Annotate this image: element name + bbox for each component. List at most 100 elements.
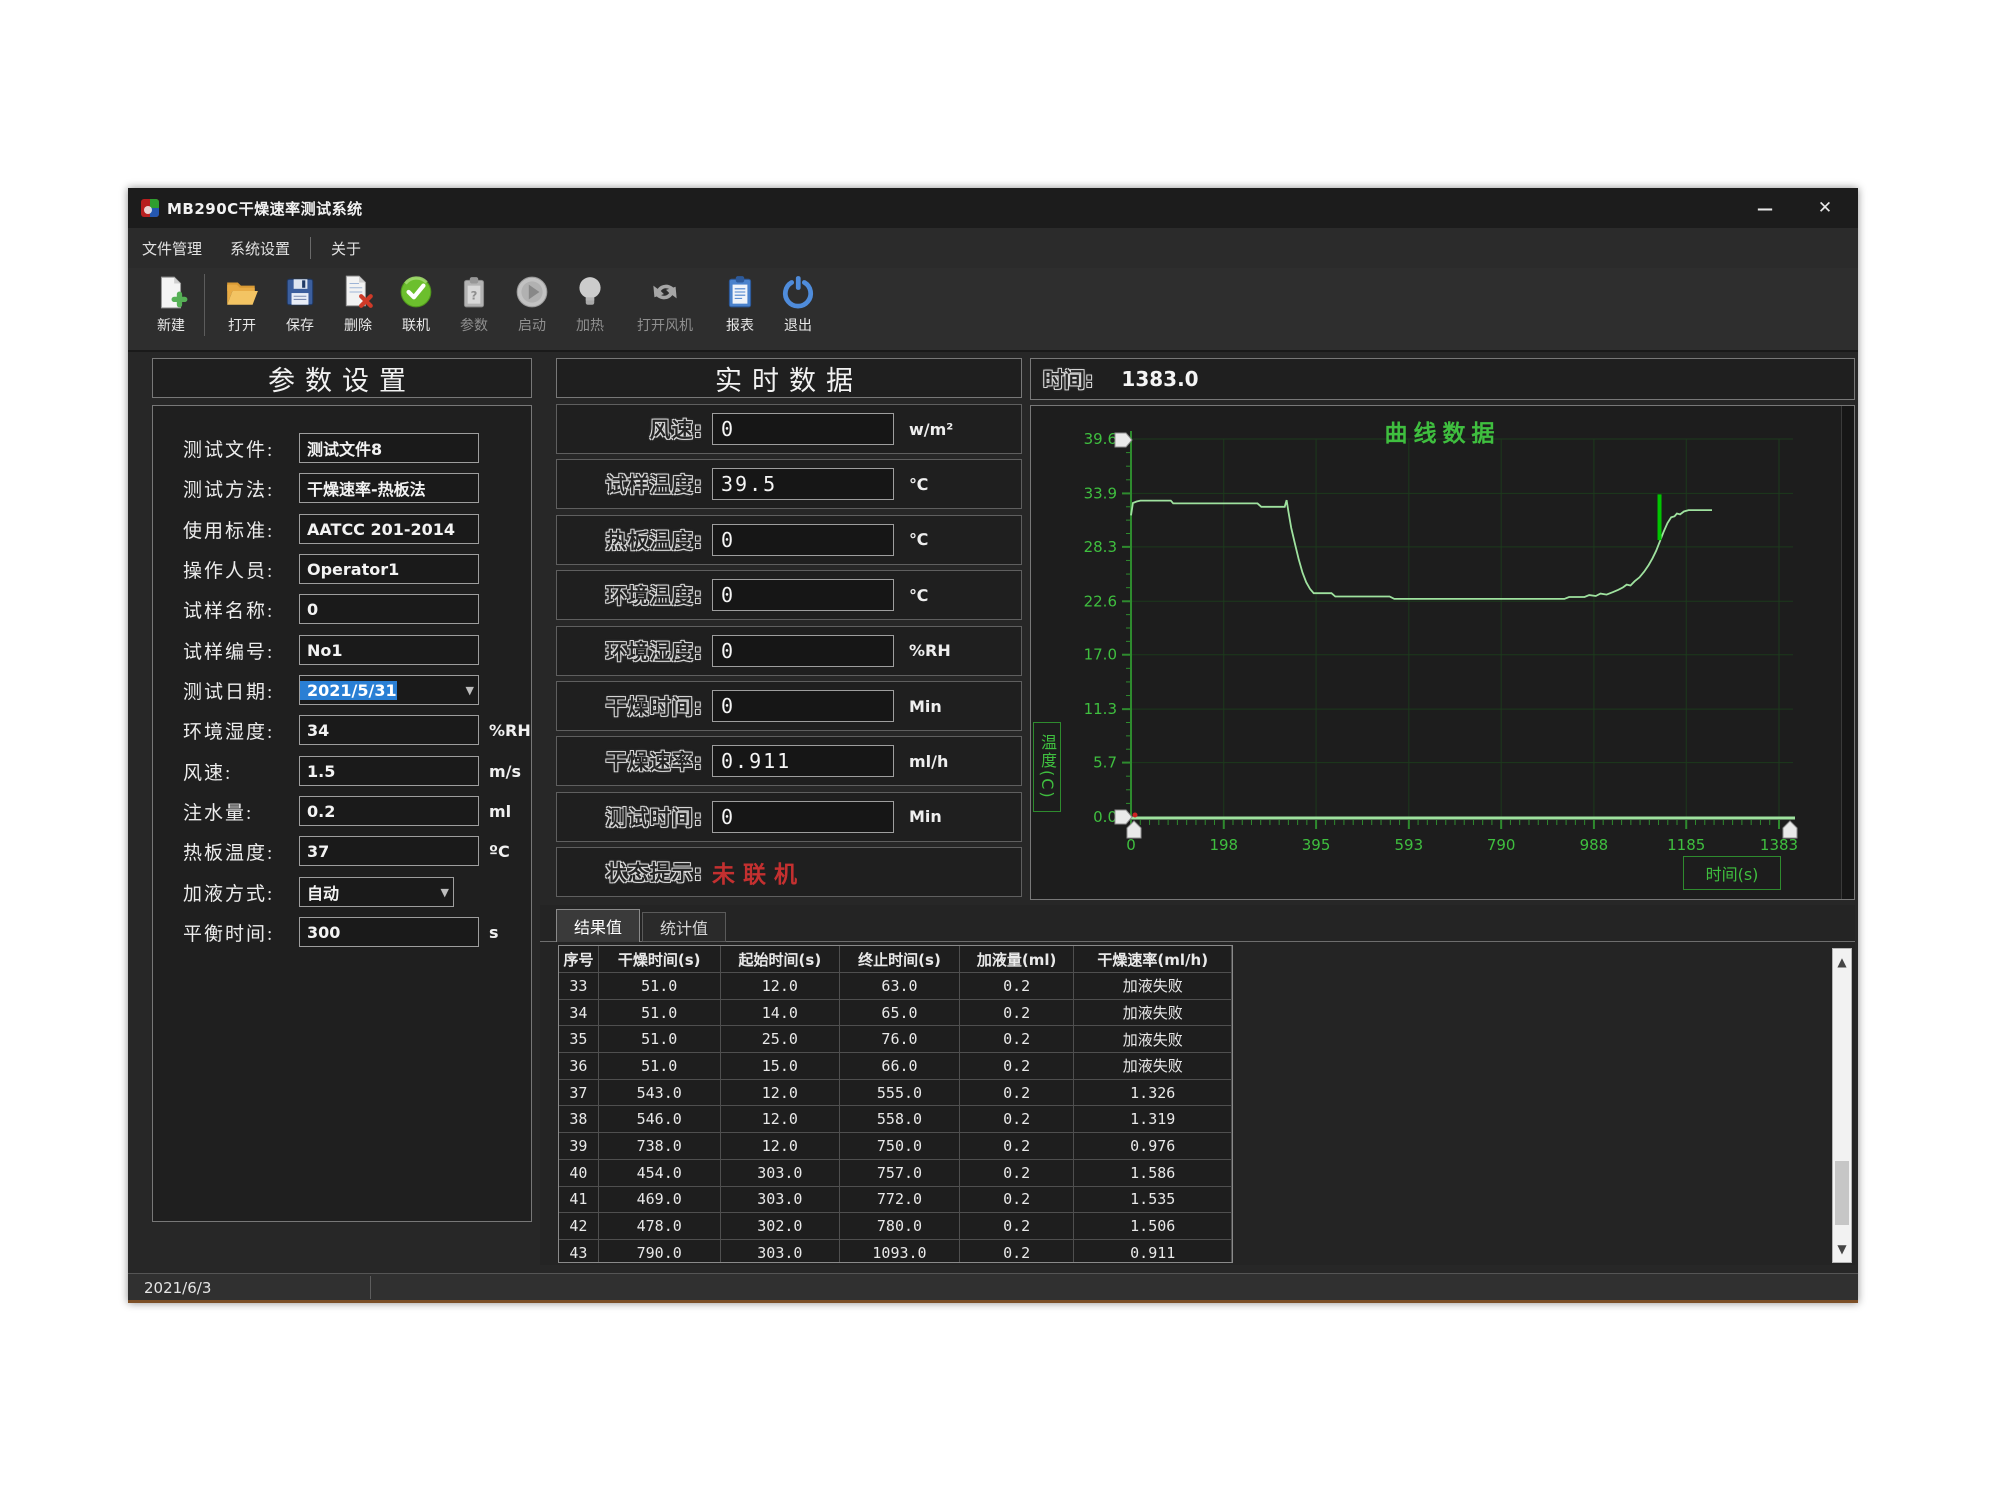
table-cell: 0.2 [960, 1240, 1075, 1263]
table-cell: 38 [559, 1106, 599, 1133]
param-field-input[interactable]: 干燥速率-热板法 ▼ [299, 473, 479, 503]
param-field-input[interactable]: 34 ▼ [299, 715, 479, 745]
table-cell: 51.0 [599, 1026, 721, 1053]
toolbar-button-5[interactable]: 联机 [387, 268, 445, 348]
table-row[interactable]: 39738.012.0750.00.20.976 [559, 1133, 1232, 1160]
param-field-input[interactable]: Operator1 ▼ [299, 554, 479, 584]
table-cell: 1.319 [1074, 1106, 1232, 1133]
param-field-value: 0 [300, 600, 318, 619]
table-row[interactable]: 37543.012.0555.00.21.326 [559, 1080, 1232, 1107]
param-field-row: 试样编号: No1 ▼ [153, 635, 531, 665]
table-cell: 303.0 [721, 1187, 841, 1214]
table-row[interactable]: 40454.0303.0757.00.21.586 [559, 1160, 1232, 1187]
param-field-row: 环境湿度: 34 ▼ %RH [153, 715, 531, 745]
param-field-row: 风速: 1.5 ▼ m/s [153, 756, 531, 786]
toolbar-button-1[interactable]: 新建 [142, 268, 200, 348]
menu-item-settings[interactable]: 系统设置 [216, 228, 304, 268]
x-tick-label: 0 [1126, 836, 1136, 854]
realtime-unit: w/m² [909, 405, 953, 453]
param-field-value: 1.5 [300, 762, 335, 781]
param-field-input[interactable]: 2021/5/31 ▼ [299, 675, 479, 705]
table-row[interactable]: 3551.025.076.00.2加液失败 [559, 1026, 1232, 1053]
table-scrollbar[interactable]: ▲ ▼ [1832, 948, 1852, 1263]
scroll-up-icon[interactable]: ▲ [1833, 949, 1851, 975]
toolbar-button-label: 启动 [518, 315, 546, 335]
results-table[interactable]: 序号干燥时间(s)起始时间(s)终止时间(s)加液量(ml)干燥速率(ml/h)… [558, 945, 1233, 1263]
start-play-icon [514, 274, 550, 310]
table-row[interactable]: 3351.012.063.00.2加液失败 [559, 973, 1232, 1000]
realtime-value: 0 [713, 805, 735, 829]
table-cell: 51.0 [599, 1053, 721, 1080]
param-field-value: Operator1 [300, 560, 399, 579]
toolbar-button-label: 加热 [576, 315, 604, 335]
chevron-down-icon[interactable]: ▼ [441, 878, 449, 906]
open-folder-icon [224, 274, 260, 310]
toolbar-button-7[interactable]: 启动 [503, 268, 561, 348]
table-cell: 1.326 [1074, 1080, 1232, 1107]
realtime-label: 干燥速率: [606, 737, 703, 785]
table-row[interactable]: 41469.0303.0772.00.21.535 [559, 1187, 1232, 1214]
table-row[interactable]: 38546.012.0558.00.21.319 [559, 1106, 1232, 1133]
chart-side-scrollbar[interactable] [1841, 406, 1854, 899]
param-field-label: 测试方法: [183, 473, 274, 503]
table-cell: 42 [559, 1213, 599, 1240]
curve-chart[interactable]: 39.633.928.322.617.011.35.70.00198395593… [1031, 406, 1856, 901]
param-field-input[interactable]: 0.2 ▼ [299, 796, 479, 826]
toolbar-button-2[interactable]: 打开 [213, 268, 271, 348]
table-cell: 543.0 [599, 1080, 721, 1107]
table-cell: 0.2 [960, 1106, 1075, 1133]
params-panel-body: 测试文件: 测试文件8 ▼ 测试方法: 干燥速率-热板法 ▼ 使用标准: AAT… [152, 405, 532, 1222]
chevron-down-icon[interactable]: ▼ [466, 676, 474, 704]
table-cell: 302.0 [721, 1213, 841, 1240]
toolbar-button-6[interactable]: ? 参数 [445, 268, 503, 348]
param-field-input[interactable]: 0 ▼ [299, 594, 479, 624]
table-cell: 0.2 [960, 1000, 1075, 1027]
table-row[interactable]: 3451.014.065.00.2加液失败 [559, 1000, 1232, 1027]
tab-statistics[interactable]: 统计值 [642, 912, 726, 942]
param-field-value: 37 [300, 842, 329, 861]
table-row[interactable]: 43790.0303.01093.00.20.911 [559, 1240, 1232, 1263]
param-field-input[interactable]: 37 ▼ [299, 836, 479, 866]
toolbar-button-8[interactable]: 加热 [561, 268, 619, 348]
toolbar-button-10[interactable]: 报表 [711, 268, 769, 348]
param-field-input[interactable]: 测试文件8 ▼ [299, 433, 479, 463]
table-cell: 555.0 [840, 1080, 960, 1107]
param-field-value: 2021/5/31 [300, 681, 397, 700]
table-cell: 1.586 [1074, 1160, 1232, 1187]
title-bar: MB290C干燥速率测试系统 — ✕ [128, 188, 1858, 228]
x-axis-label: 时间(s) [1683, 856, 1781, 890]
param-field-input[interactable]: 自动 ▼ [299, 877, 454, 907]
param-field-input[interactable]: 1.5 ▼ [299, 756, 479, 786]
param-field-input[interactable]: 300 ▼ [299, 917, 479, 947]
param-field-input[interactable]: AATCC 201-2014 ▼ [299, 514, 479, 544]
table-row[interactable]: 3651.015.066.00.2加液失败 [559, 1053, 1232, 1080]
close-button[interactable]: ✕ [1802, 188, 1848, 228]
chart-time-header: 时间: 1383.0 [1030, 358, 1855, 400]
param-field-row: 测试日期: 2021/5/31 ▼ [153, 675, 531, 705]
toolbar-button-9[interactable]: 打开风机 [619, 268, 711, 348]
tab-results[interactable]: 结果值 [556, 909, 640, 942]
fan-cycle-icon [647, 274, 683, 310]
menu-item-file[interactable]: 文件管理 [128, 228, 216, 268]
toolbar-button-11[interactable]: 退出 [769, 268, 827, 348]
toolbar-button-3[interactable]: 保存 [271, 268, 329, 348]
status-row: 状态提示:未联机 [556, 847, 1022, 897]
realtime-value-box: 0.911 [712, 745, 894, 777]
menu-item-about[interactable]: 关于 [317, 228, 375, 268]
param-field-label: 操作人员: [183, 554, 274, 584]
table-cell: 1.506 [1074, 1213, 1232, 1240]
scroll-thumb[interactable] [1835, 1161, 1849, 1225]
scroll-down-icon[interactable]: ▼ [1833, 1236, 1851, 1262]
realtime-row: 测试时间: 0 Min [556, 792, 1022, 842]
table-cell: 750.0 [840, 1133, 960, 1160]
table-cell: 303.0 [721, 1240, 841, 1263]
toolbar-button-4[interactable]: 删除 [329, 268, 387, 348]
realtime-row: 风速: 0 w/m² [556, 404, 1022, 454]
toolbar-button-label: 打开风机 [637, 315, 693, 335]
param-field-input[interactable]: No1 ▼ [299, 635, 479, 665]
chart-panel: 39.633.928.322.617.011.35.70.00198395593… [1030, 405, 1855, 900]
table-row[interactable]: 42478.0302.0780.00.21.506 [559, 1213, 1232, 1240]
minimize-button[interactable]: — [1742, 188, 1788, 228]
realtime-unit: ℃ [909, 571, 928, 619]
toolbar-separator [204, 274, 205, 336]
